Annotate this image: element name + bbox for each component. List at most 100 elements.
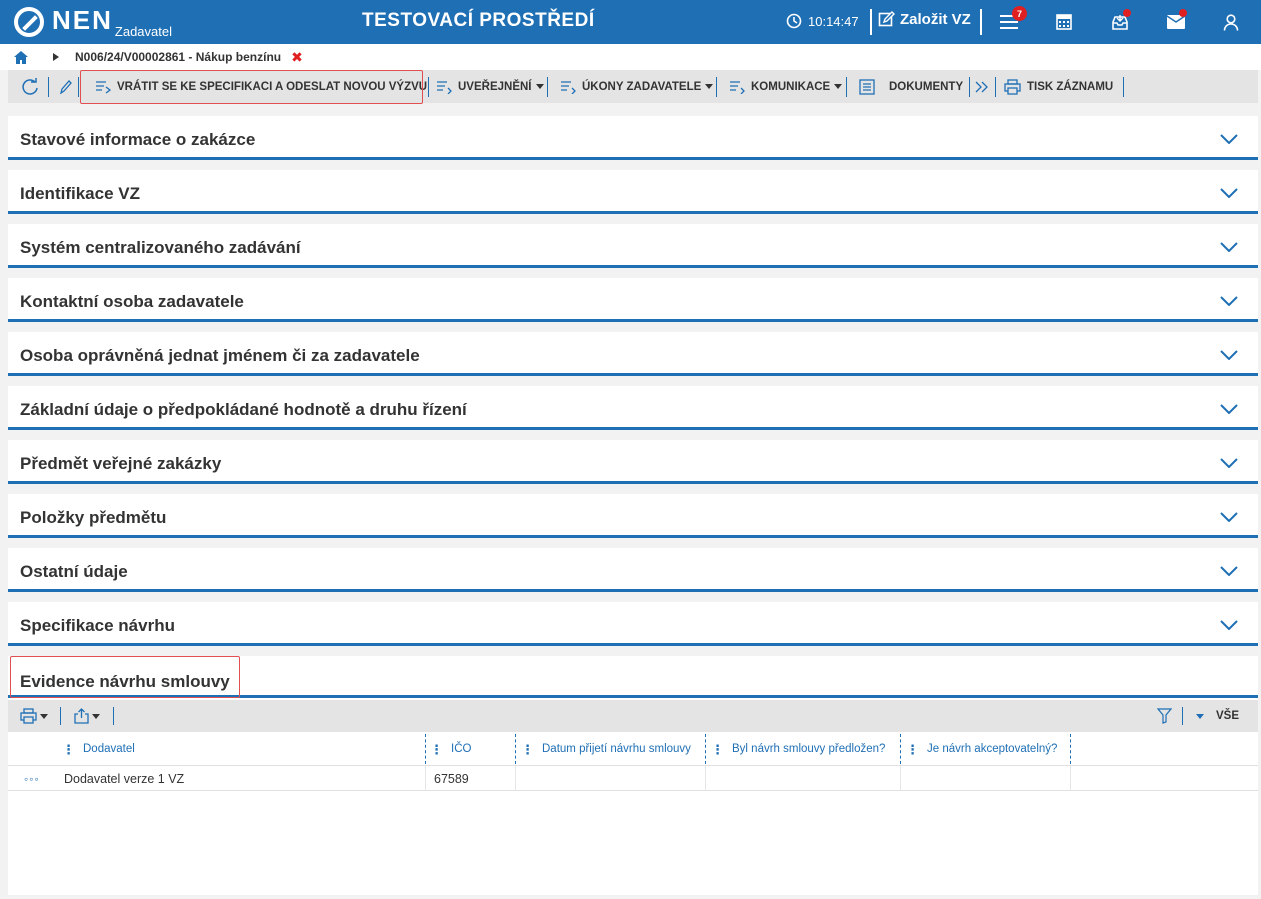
inbox-button[interactable] xyxy=(1109,9,1131,32)
contract-proposal-panel: Evidence návrhu smlouvy VŠE ⋮ Dodavatel ⋮… xyxy=(8,656,1258,895)
chevron-down-icon[interactable] xyxy=(1220,458,1238,468)
record-toolbar: VRÁTIT SE KE SPECIFIKACI A ODESLAT NOVOU… xyxy=(8,70,1258,104)
caret-down-icon xyxy=(535,84,544,89)
section-authorized-person[interactable]: Osoba oprávněná jednat jménem či za zada… xyxy=(8,332,1258,376)
caret-down-icon xyxy=(1196,713,1204,719)
toolbar-divider xyxy=(1182,707,1183,725)
toolbar-divider xyxy=(60,707,61,725)
caret-down-icon xyxy=(705,84,714,89)
more-actions-button[interactable] xyxy=(975,70,995,103)
highlight-frame xyxy=(10,656,240,698)
session-clock: 10:14:47 xyxy=(786,13,859,29)
chevron-down-icon[interactable] xyxy=(1220,512,1238,522)
column-resize-handle[interactable] xyxy=(515,734,516,764)
printer-icon xyxy=(1004,78,1021,95)
section-identification[interactable]: Identifikace VZ xyxy=(8,170,1258,214)
section-status-info[interactable]: Stavové informace o zakázce xyxy=(8,116,1258,160)
cell-divider xyxy=(705,766,706,791)
user-button[interactable] xyxy=(1220,12,1242,32)
print-record-button[interactable]: TISK ZÁZNAMU xyxy=(1004,70,1113,103)
column-resize-handle[interactable] xyxy=(425,734,426,764)
contracting-actions-menu[interactable]: ÚKONY ZADAVATELE xyxy=(561,70,714,103)
mail-button[interactable] xyxy=(1165,9,1187,32)
column-menu-icon[interactable]: ⋮ xyxy=(430,743,443,756)
column-menu-icon[interactable]: ⋮ xyxy=(521,743,534,756)
chevron-down-icon[interactable] xyxy=(1220,404,1238,414)
column-menu-icon[interactable]: ⋮ xyxy=(711,743,724,756)
section-title: Položky předmětu xyxy=(20,508,167,527)
chevron-down-icon[interactable] xyxy=(1220,620,1238,630)
section-centralized-procurement[interactable]: Systém centralizovaného zadávání xyxy=(8,224,1258,268)
chevron-down-icon[interactable] xyxy=(1220,134,1238,144)
row-actions-icon[interactable]: ◦◦◦ xyxy=(24,766,40,791)
topbar-divider xyxy=(870,9,872,35)
logo-subtitle: Zadavatel xyxy=(114,24,172,39)
nen-logo[interactable]: NEN Zadavatel xyxy=(14,5,172,39)
column-header-acceptable[interactable]: ⋮ Je návrh akceptovatelný? xyxy=(906,732,1057,766)
breadcrumb-record[interactable]: N006/24/V00002861 - Nákup benzínu xyxy=(75,50,281,64)
chevron-down-icon[interactable] xyxy=(1220,242,1238,252)
export-menu-button[interactable] xyxy=(74,700,100,732)
toolbar-divider xyxy=(969,77,970,97)
filter-button[interactable] xyxy=(1157,700,1172,732)
column-resize-handle[interactable] xyxy=(900,734,901,764)
section-contract-subject[interactable]: Předmět veřejné zakázky xyxy=(8,440,1258,484)
create-vz-button[interactable]: Založit VZ xyxy=(878,11,971,28)
column-resize-handle[interactable] xyxy=(1070,734,1071,764)
section-estimated-value[interactable]: Základní údaje o předpokládané hodnotě a… xyxy=(8,386,1258,430)
chevron-down-icon[interactable] xyxy=(1220,566,1238,576)
section-proposal-specification[interactable]: Specifikace návrhu xyxy=(8,602,1258,646)
menu-button[interactable]: 7 xyxy=(998,6,1027,32)
column-header-received-date[interactable]: ⋮ Datum přijetí návrhu smlouvy xyxy=(521,732,691,766)
column-label: Byl návrh smlouvy předložen? xyxy=(732,743,886,755)
print-menu-button[interactable] xyxy=(20,700,48,732)
section-title: Specifikace návrhu xyxy=(20,616,175,635)
cell-divider xyxy=(515,766,516,791)
calculator-button[interactable] xyxy=(1053,12,1075,32)
publish-menu[interactable]: UVEŘEJNĚNÍ xyxy=(437,70,544,103)
chevron-down-icon[interactable] xyxy=(1220,188,1238,198)
caret-down-icon xyxy=(92,713,100,719)
column-label: IČO xyxy=(451,743,472,755)
section-contact-person[interactable]: Kontaktní osoba zadavatele xyxy=(8,278,1258,322)
chevron-down-icon[interactable] xyxy=(1220,350,1238,360)
section-other-data[interactable]: Ostatní údaje xyxy=(8,548,1258,592)
column-header-ico[interactable]: ⋮ IČO xyxy=(430,732,471,766)
section-subject-items[interactable]: Položky předmětu xyxy=(8,494,1258,538)
export-icon xyxy=(74,708,89,724)
printer-icon xyxy=(20,708,37,724)
table-row[interactable]: ◦◦◦ Dodavatel verze 1 VZ 67589 xyxy=(8,766,1258,791)
user-icon xyxy=(1223,13,1239,31)
clock-icon xyxy=(786,13,802,29)
column-label: Je návrh akceptovatelný? xyxy=(927,743,1058,755)
section-title: Ostatní údaje xyxy=(20,562,128,581)
breadcrumb: N006/24/V00002861 - Nákup benzínu ✖ xyxy=(0,44,1261,70)
filter-select[interactable]: VŠE xyxy=(1196,700,1239,732)
double-chevron-right-icon xyxy=(975,81,988,92)
nen-logo-icon xyxy=(14,7,44,37)
edit-icon xyxy=(878,11,895,27)
column-menu-icon[interactable]: ⋮ xyxy=(62,743,75,756)
chevron-down-icon[interactable] xyxy=(1220,296,1238,306)
close-icon[interactable]: ✖ xyxy=(291,49,303,66)
logo-text: NEN xyxy=(52,5,113,35)
column-resize-handle[interactable] xyxy=(705,734,706,764)
section-title: Identifikace VZ xyxy=(20,184,140,203)
cell-ico: 67589 xyxy=(434,771,469,786)
mail-icon xyxy=(1167,15,1185,29)
refresh-button[interactable] xyxy=(21,70,45,103)
communication-menu[interactable]: KOMUNIKACE xyxy=(730,70,843,103)
edit-button[interactable] xyxy=(58,70,78,103)
communication-label: KOMUNIKACE xyxy=(751,80,831,93)
documents-label: DOKUMENTY xyxy=(889,80,964,93)
column-menu-icon[interactable]: ⋮ xyxy=(906,743,919,756)
mail-badge xyxy=(1179,9,1187,17)
create-vz-label: Založit VZ xyxy=(900,11,971,28)
home-icon[interactable] xyxy=(14,50,28,64)
section-title: Základní údaje o předpokládané hodnotě a… xyxy=(20,400,467,419)
action-list-icon xyxy=(561,80,576,94)
toolbar-divider xyxy=(846,77,847,97)
column-header-submitted[interactable]: ⋮ Byl návrh smlouvy předložen? xyxy=(711,732,885,766)
documents-button[interactable]: DOKUMENTY xyxy=(859,70,963,103)
column-header-supplier[interactable]: ⋮ Dodavatel xyxy=(62,732,135,766)
